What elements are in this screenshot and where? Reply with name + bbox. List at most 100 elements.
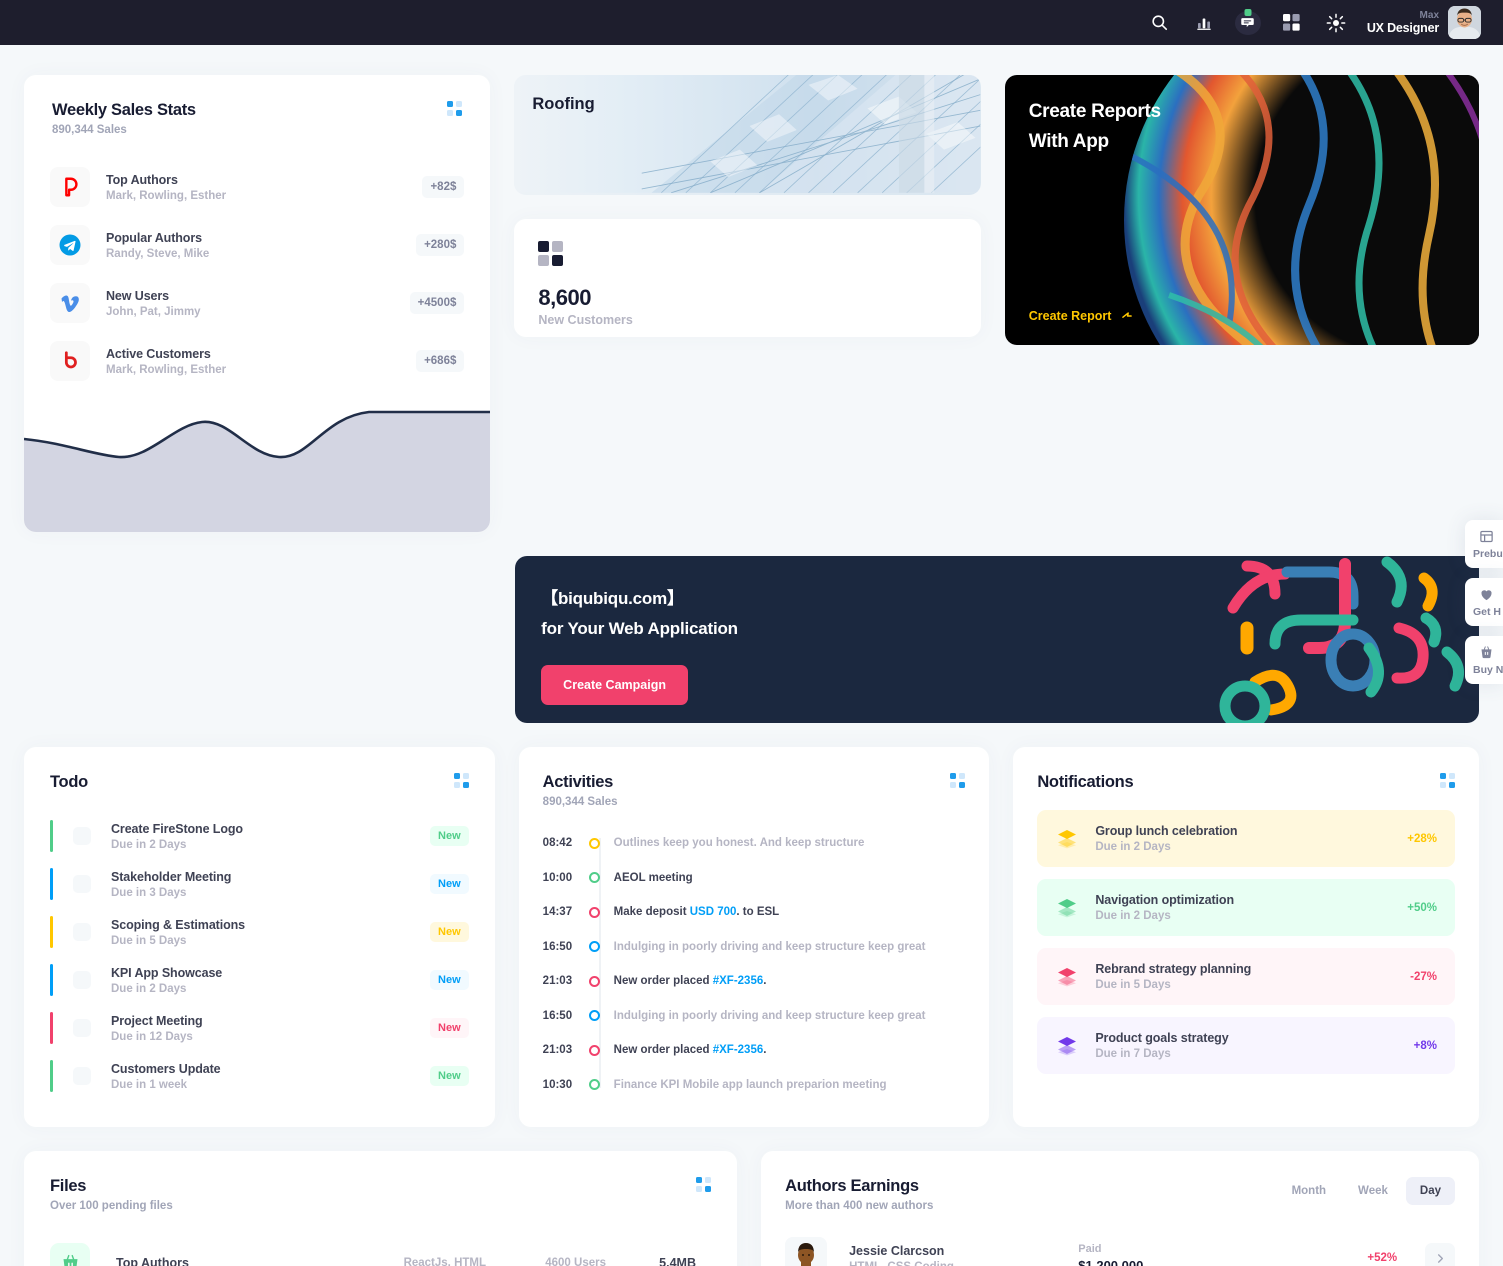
activities-list: 08:42 Outlines keep you honest. And keep… (543, 826, 966, 1102)
todo-checkbox[interactable] (73, 875, 91, 893)
page-title: Weekly Sales Stats (52, 101, 196, 119)
create-campaign-button[interactable]: Create Campaign (541, 665, 688, 705)
stat-amount: +82$ (422, 176, 465, 198)
list-item[interactable]: Popular Authors Randy, Steve, Mike +280$ (50, 216, 465, 274)
get-help-button[interactable]: Get H (1465, 578, 1503, 626)
chevron-right-icon[interactable] (1425, 1243, 1455, 1266)
widget-options-icon[interactable] (696, 1177, 712, 1192)
new-customers-value: 8,600 (538, 285, 591, 310)
list-item[interactable]: Customers Update Due in 1 week New (50, 1052, 469, 1100)
chat-icon[interactable] (1233, 8, 1263, 38)
activity-link[interactable]: #XF-2356 (713, 1044, 764, 1056)
list-item[interactable]: Product goals strategy Due in 7 Days +8% (1037, 1017, 1455, 1074)
search-icon[interactable] (1145, 8, 1175, 38)
list-item[interactable]: KPI App Showcase Due in 2 Days New (50, 956, 469, 1004)
activity-text-post: . (763, 1044, 767, 1057)
avatar[interactable] (1448, 6, 1481, 39)
notification-name: Product goals strategy (1095, 1031, 1229, 1045)
authors-earnings-card: Authors Earnings More than 400 new autho… (761, 1151, 1479, 1266)
heart-icon (1473, 587, 1499, 602)
activity-time: 08:42 (542, 837, 573, 850)
list-item[interactable]: Create FireStone Logo Due in 2 Days New (50, 812, 469, 860)
activity-link[interactable]: #XF-2356 (713, 975, 764, 987)
timeline-dot-icon (588, 837, 600, 849)
authors-subtitle: More than 400 new authors (785, 1200, 934, 1212)
list-item[interactable]: Navigation optimization Due in 2 Days +5… (1037, 879, 1455, 936)
notification-due: Due in 5 Days (1095, 979, 1171, 991)
campaign-line1: 【biqubiqu.com】 (541, 589, 684, 608)
author-paid: Paid $1,200,000 (1078, 1243, 1307, 1266)
activity-text: Indulging in poorly driving and keep str… (613, 940, 926, 953)
stat-text: Popular Authors Randy, Steve, Mike (106, 231, 416, 260)
chart-icon[interactable] (1189, 8, 1219, 38)
status-badge: New (430, 826, 469, 846)
todo-checkbox[interactable] (73, 827, 91, 845)
timeline-dot-icon (588, 941, 600, 953)
todo-checkbox[interactable] (73, 923, 91, 941)
plurk-icon (50, 167, 90, 207)
list-item[interactable]: Top Authors Mark, Rowling, Esther +82$ (50, 158, 465, 216)
list-item[interactable]: Stakeholder Meeting Due in 3 Days New (50, 860, 469, 908)
widget-options-icon[interactable] (447, 101, 463, 116)
roofing-card[interactable]: Roofing (514, 75, 981, 195)
create-reports-card[interactable]: Create Reports With App Create Report (1004, 75, 1479, 345)
user-menu[interactable]: Max UX Designer (1367, 6, 1481, 39)
create-report-link[interactable]: Create Report (1029, 309, 1135, 323)
table-row[interactable]: Top Authors ReactJs, HTML 4600 Users 5.4… (50, 1232, 711, 1266)
layout-icon (1473, 529, 1499, 544)
activity-text: AEOL meeting (613, 871, 693, 884)
reports-title: Create Reports With App (1029, 97, 1161, 158)
tab-month[interactable]: Month (1278, 1177, 1340, 1205)
stat-text: New Users John, Pat, Jimmy (106, 289, 410, 318)
weekly-header: Weekly Sales Stats 890,344 Sales (24, 75, 490, 136)
list-item[interactable]: 16:50 Indulging in poorly driving and ke… (543, 930, 966, 965)
table-row[interactable]: Jessie Clarcson HTML, CSS Coding Paid $1… (785, 1228, 1455, 1266)
list-item[interactable]: Project Meeting Due in 12 Days New (50, 1004, 469, 1052)
user-role: UX Designer (1366, 21, 1439, 36)
layers-icon (1058, 829, 1077, 848)
tab-day[interactable]: Day (1405, 1177, 1455, 1205)
brightness-icon[interactable] (1321, 8, 1351, 38)
list-item[interactable]: New Users John, Pat, Jimmy +4500$ (50, 274, 465, 332)
author-info: Jessie Clarcson HTML, CSS Coding (849, 1244, 1078, 1266)
layers-icon (1058, 967, 1077, 986)
buy-now-button[interactable]: Buy N (1465, 636, 1503, 684)
list-item[interactable]: Scoping & Estimations Due in 5 Days New (50, 908, 469, 956)
notifications-list: Group lunch celebration Due in 2 Days +2… (1037, 810, 1455, 1074)
stat-name: Popular Authors (106, 230, 202, 245)
prebuilt-button[interactable]: Prebu (1465, 520, 1503, 568)
todo-checkbox[interactable] (73, 1067, 91, 1085)
author-role: HTML, CSS Coding (849, 1261, 1078, 1266)
apps-grid-icon[interactable] (1277, 8, 1307, 38)
tab-week[interactable]: Week (1344, 1177, 1402, 1205)
notification-text: Product goals strategy Due in 7 Days (1095, 1031, 1413, 1060)
list-item[interactable]: 08:42 Outlines keep you honest. And keep… (543, 826, 966, 861)
widget-options-icon[interactable] (1440, 773, 1455, 788)
activity-time: 10:00 (542, 871, 573, 884)
activity-time: 21:03 (542, 1044, 573, 1057)
todo-text: Stakeholder Meeting Due in 3 Days (111, 870, 430, 899)
activity-time: 10:30 (542, 1078, 573, 1091)
bubble-photo (1124, 75, 1479, 345)
activities-subtitle: 890,344 Sales (542, 796, 618, 808)
activity-link[interactable]: USD 700 (690, 906, 737, 918)
list-item[interactable]: 21:03 New order placed #XF-2356. (543, 964, 966, 999)
campaign-banner: 【biqubiqu.com】 for Your Web Application … (515, 556, 1479, 723)
list-item[interactable]: Rebrand strategy planning Due in 5 Days … (1037, 948, 1455, 1005)
widget-options-icon[interactable] (453, 773, 469, 788)
list-item[interactable]: 10:30 Finance KPI Mobile app launch prep… (543, 1068, 966, 1103)
timeline-dot-icon (588, 872, 600, 884)
list-item[interactable]: 14:37 Make deposit USD 700. to ESL (543, 895, 966, 930)
list-item[interactable]: 10:00 AEOL meeting (543, 861, 966, 896)
list-item[interactable]: Active Customers Mark, Rowling, Esther +… (50, 332, 465, 390)
list-item[interactable]: Group lunch celebration Due in 2 Days +2… (1037, 810, 1455, 867)
widget-options-icon[interactable] (950, 773, 966, 788)
dashboard-content: Weekly Sales Stats 890,344 Sales Top Aut… (0, 45, 1503, 1266)
list-item[interactable]: 16:50 Indulging in poorly driving and ke… (543, 999, 966, 1034)
todo-name: Customers Update (111, 1061, 221, 1076)
timeline-dot-icon (588, 1079, 600, 1091)
list-item[interactable]: 21:03 New order placed #XF-2356. (543, 1033, 966, 1068)
todo-checkbox[interactable] (73, 971, 91, 989)
todo-checkbox[interactable] (73, 1019, 91, 1037)
notifications-header: Notifications (1037, 773, 1455, 792)
